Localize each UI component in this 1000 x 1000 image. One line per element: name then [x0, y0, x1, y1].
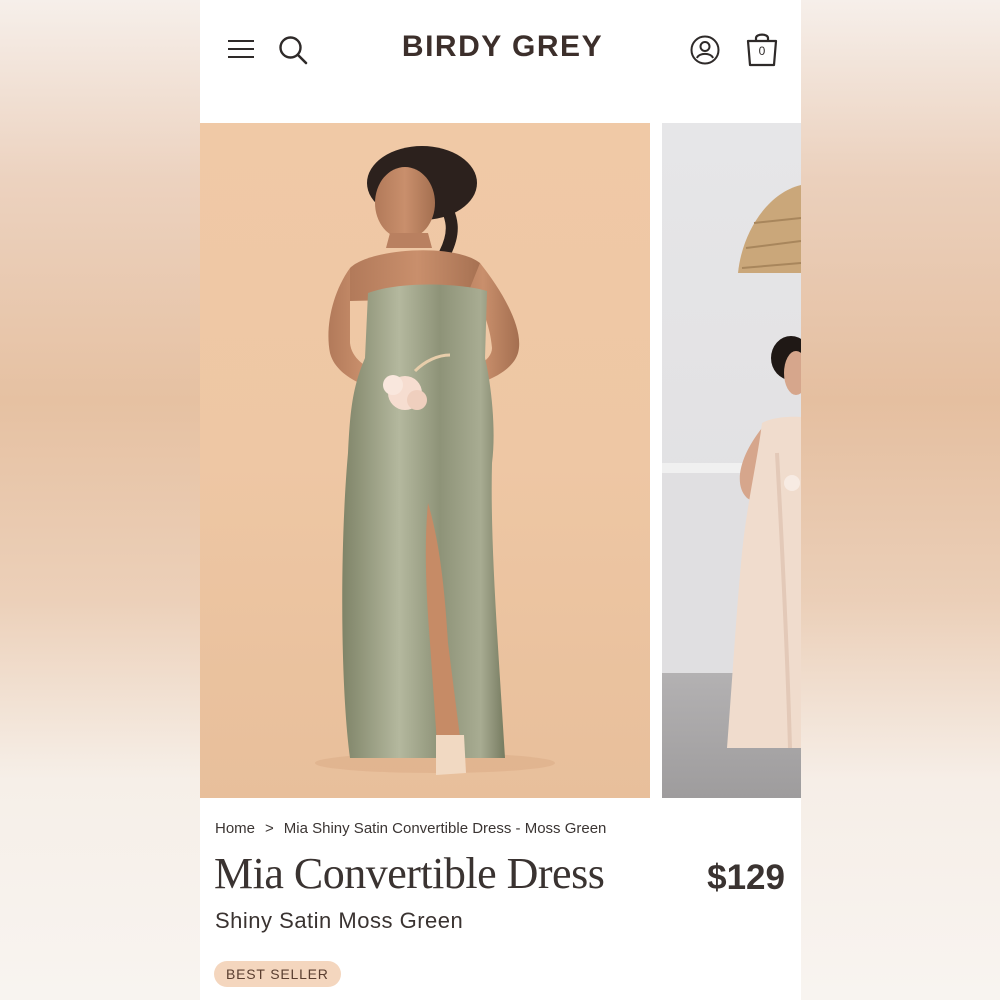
breadcrumb-home-link[interactable]: Home — [215, 820, 255, 837]
product-price: $129 — [707, 858, 785, 897]
brand-logo[interactable]: BIRDY GREY — [360, 30, 645, 64]
breadcrumb-current-link[interactable]: Mia Shiny Satin Convertible Dress - Moss… — [284, 820, 607, 837]
product-page: BIRDY GREY 0 Home > Mia Shiny Satin Conv… — [200, 0, 801, 1000]
product-image-carousel[interactable] — [200, 123, 801, 798]
breadcrumb-separator: > — [265, 820, 274, 837]
hamburger-menu-icon[interactable] — [228, 38, 254, 60]
background-blur-left — [0, 0, 200, 1000]
account-icon[interactable] — [690, 35, 720, 65]
site-header: BIRDY GREY 0 — [200, 0, 801, 100]
best-seller-badge: BEST SELLER — [214, 961, 341, 987]
breadcrumb: Home > Mia Shiny Satin Convertible Dress -… — [215, 820, 606, 837]
background-blur-right — [800, 0, 1000, 1000]
shopping-bag-icon[interactable]: 0 — [745, 30, 779, 68]
product-photo-main[interactable] — [200, 123, 650, 798]
search-icon[interactable] — [278, 35, 308, 65]
product-photo-secondary[interactable] — [662, 123, 801, 798]
cart-count: 0 — [758, 44, 766, 58]
product-subtitle: Shiny Satin Moss Green — [215, 908, 464, 933]
product-title: Mia Convertible Dress — [214, 849, 605, 898]
